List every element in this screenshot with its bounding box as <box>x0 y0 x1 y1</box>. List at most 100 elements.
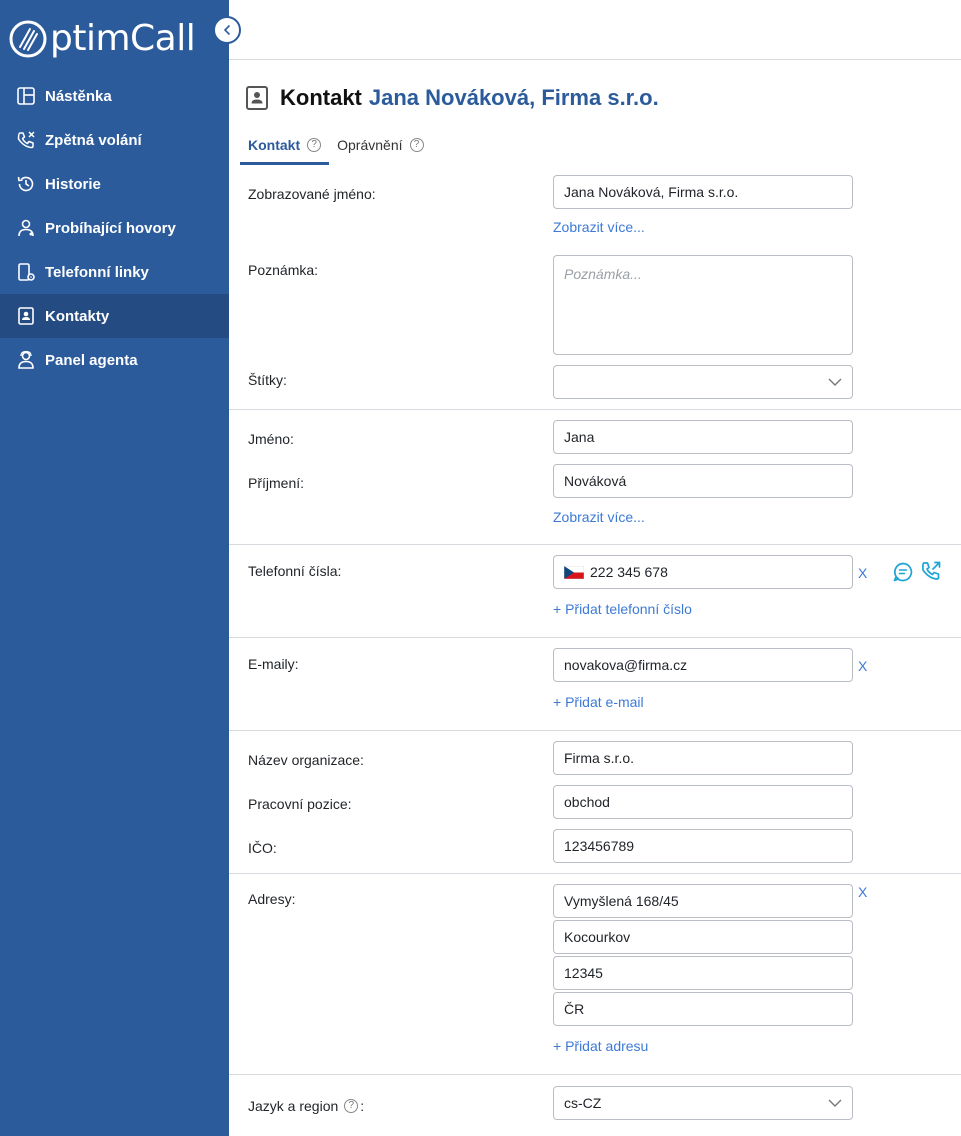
sms-icon[interactable] <box>892 561 914 583</box>
first-name-input[interactable]: Jana <box>553 420 853 454</box>
remove-address-button[interactable]: X <box>858 884 867 900</box>
title-contact-name: Jana Nováková, Firma s.r.o. <box>368 85 659 110</box>
address-city-value: Kocourkov <box>564 929 631 945</box>
sidebar-item-label: Probíhající hovory <box>45 219 176 237</box>
note-textarea[interactable] <box>553 255 853 355</box>
czech-flag-icon[interactable] <box>564 565 584 579</box>
ico-input[interactable]: 123456789 <box>553 829 853 863</box>
sidebar-item-telefonni-linky[interactable]: Telefonní linky <box>0 250 229 294</box>
address-city-input[interactable]: Kocourkov <box>553 920 853 954</box>
help-icon[interactable]: ? <box>307 138 322 152</box>
address-country-value: ČR <box>564 1001 585 1017</box>
emails-label: E-maily: <box>248 656 299 672</box>
tab-label: Oprávnění <box>337 137 403 153</box>
call-icon[interactable] <box>920 560 942 582</box>
locale-select[interactable]: cs-CZ <box>553 1086 853 1120</box>
sidebar-item-label: Telefonní linky <box>45 263 149 281</box>
organization-input[interactable]: Firma s.r.o. <box>553 741 853 775</box>
tabs: Kontakt ? Oprávnění ? <box>240 128 432 165</box>
sidebar-item-kontakty[interactable]: Kontakty <box>0 294 229 338</box>
sidebar-item-label: Panel agenta <box>45 351 138 369</box>
last-name-input[interactable]: Nováková <box>553 464 853 498</box>
chevron-down-icon <box>828 378 842 386</box>
show-more-link[interactable]: Zobrazit více... <box>553 509 645 525</box>
display-name-value: Jana Nováková, Firma s.r.o. <box>564 184 739 200</box>
last-name-value: Nováková <box>564 473 627 489</box>
sidebar-item-probihajici-hovory[interactable]: Probíhající hovory <box>0 206 229 250</box>
address-street-value: Vymyšlená 168/45 <box>564 893 679 909</box>
logo-text: ptimCall <box>50 18 196 59</box>
tab-opravneni[interactable]: Oprávnění ? <box>329 128 431 162</box>
section-divider <box>229 873 961 874</box>
position-label: Pracovní pozice: <box>248 796 352 812</box>
history-icon <box>16 174 36 194</box>
dashboard-icon <box>16 86 36 106</box>
show-more-link[interactable]: Zobrazit více... <box>553 219 645 235</box>
section-divider <box>229 409 961 410</box>
remove-email-button[interactable]: X <box>858 658 867 674</box>
sidebar-item-label: Historie <box>45 175 101 193</box>
display-name-input[interactable]: Jana Nováková, Firma s.r.o. <box>553 175 853 209</box>
email-value: novakova@firma.cz <box>564 657 688 673</box>
address-zip-input[interactable]: 12345 <box>553 956 853 990</box>
ico-label: IČO: <box>248 840 277 856</box>
add-email-link[interactable]: + Přidat e-mail <box>553 694 644 710</box>
sidebar-item-nastenka[interactable]: Nástěnka <box>0 74 229 118</box>
sidebar-item-label: Zpětná volání <box>45 131 142 149</box>
help-icon[interactable]: ? <box>344 1099 359 1113</box>
tab-kontakt[interactable]: Kontakt ? <box>240 128 330 165</box>
position-value: obchod <box>564 794 610 810</box>
sidebar: ptimCall Nástěnka Zpětná volání Historie… <box>0 0 229 1136</box>
note-label: Poznámka: <box>248 262 319 278</box>
sidebar-item-label: Nástěnka <box>45 87 112 105</box>
section-divider <box>229 730 961 731</box>
first-name-label: Jméno: <box>248 431 294 447</box>
ongoing-calls-icon <box>16 218 36 238</box>
add-address-link[interactable]: + Přidat adresu <box>553 1038 648 1054</box>
sidebar-collapse-button[interactable] <box>213 16 241 44</box>
address-country-input[interactable]: ČR <box>553 992 853 1026</box>
first-name-value: Jana <box>564 429 595 445</box>
locale-label-text: Jazyk a region <box>248 1098 339 1114</box>
tags-label: Štítky: <box>248 372 287 388</box>
last-name-label: Příjmení: <box>248 475 305 491</box>
address-label: Adresy: <box>248 891 296 907</box>
position-input[interactable]: obchod <box>553 785 853 819</box>
tags-select[interactable] <box>553 365 853 399</box>
callback-icon <box>16 130 36 150</box>
sidebar-nav: Nástěnka Zpětná volání Historie Probíhaj… <box>0 74 229 382</box>
locale-label-colon: : <box>360 1098 365 1114</box>
remove-phone-button[interactable]: X <box>858 565 867 581</box>
main-content: Kontakt Jana Nováková, Firma s.r.o. Kont… <box>229 60 961 1136</box>
help-icon[interactable]: ? <box>409 138 424 152</box>
agent-panel-icon <box>16 350 36 370</box>
locale-label: Jazyk a region ? : <box>248 1098 364 1114</box>
section-divider <box>229 544 961 545</box>
section-divider <box>229 1074 961 1075</box>
phone-value: 222 345 678 <box>590 564 668 580</box>
email-input[interactable]: novakova@firma.cz <box>553 648 853 682</box>
phones-label: Telefonní čísla: <box>248 563 342 579</box>
chevron-down-icon <box>828 1099 842 1107</box>
logo-icon <box>9 20 47 58</box>
ico-value: 123456789 <box>564 838 635 854</box>
sidebar-item-historie[interactable]: Historie <box>0 162 229 206</box>
address-zip-value: 12345 <box>564 965 603 981</box>
sidebar-item-label: Kontakty <box>45 307 110 325</box>
phone-lines-icon <box>16 262 36 282</box>
locale-value: cs-CZ <box>564 1095 602 1111</box>
phone-input[interactable]: 222 345 678 <box>553 555 853 589</box>
title-prefix: Kontakt <box>280 85 362 110</box>
chevron-left-icon <box>223 25 230 35</box>
contacts-icon <box>16 306 36 326</box>
top-bar <box>229 0 961 60</box>
sidebar-item-zpetna-volani[interactable]: Zpětná volání <box>0 118 229 162</box>
tab-label: Kontakt <box>248 137 301 153</box>
sidebar-item-panel-agenta[interactable]: Panel agenta <box>0 338 229 382</box>
contact-card-icon <box>246 86 268 110</box>
address-street-input[interactable]: Vymyšlená 168/45 <box>553 884 853 918</box>
section-divider <box>229 637 961 638</box>
display-name-label: Zobrazované jméno: <box>248 186 376 202</box>
optimcall-logo[interactable]: ptimCall <box>8 10 196 68</box>
add-phone-link[interactable]: + Přidat telefonní číslo <box>553 601 692 617</box>
